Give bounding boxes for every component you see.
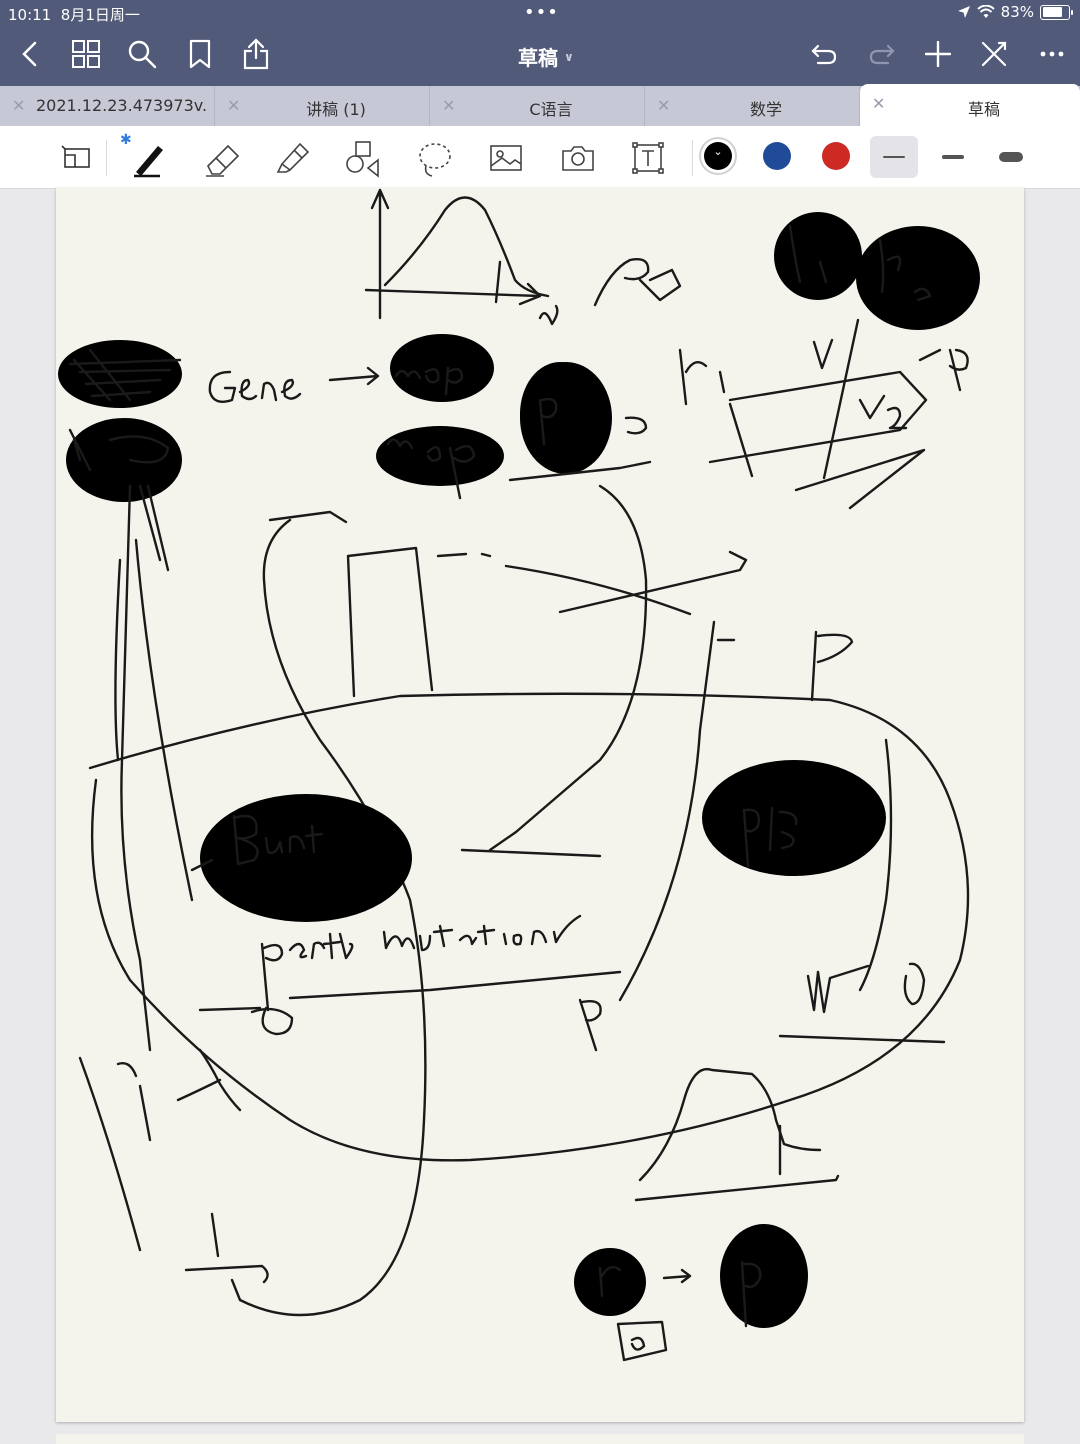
tab-draft[interactable]: ✕ 草稿 [860, 84, 1080, 126]
stroke-thick[interactable] [987, 136, 1035, 178]
bluetooth-icon: ✱ [120, 132, 132, 148]
tab-close-icon[interactable]: ✕ [872, 94, 885, 113]
more-icon[interactable] [1034, 36, 1070, 72]
tab-c-language[interactable]: ✕ C语言 [430, 86, 645, 126]
stroke-thick-icon [999, 152, 1023, 162]
top-bar: 10:11 8月1日周一 ••• 83% 草稿 ∨ [0, 0, 1080, 86]
tab-bar: ✕ 2021.12.23.473973v... ✕ 讲稿 (1) ✕ C语言 ✕… [0, 84, 1080, 126]
document-title[interactable]: 草稿 ∨ [490, 42, 600, 71]
battery-fill [1042, 7, 1062, 17]
tab-close-icon[interactable]: ✕ [442, 96, 455, 115]
tab-close-icon[interactable]: ✕ [657, 96, 670, 115]
camera-icon[interactable] [556, 136, 600, 180]
stroke-medium-icon [942, 155, 964, 159]
tab-label: 讲稿 (1) [306, 100, 366, 119]
tab-label: C语言 [529, 100, 573, 119]
tab-label: 草稿 [967, 100, 1000, 119]
color-swatch-red[interactable] [822, 142, 850, 170]
color-swatch-blue[interactable] [763, 142, 791, 170]
status-time: 10:11 8月1日周一 [8, 6, 140, 24]
color-swatch-black[interactable]: ⌄ [704, 142, 732, 170]
location-icon [957, 6, 970, 18]
document-title-text: 草稿 [518, 46, 558, 70]
close-pen-icon[interactable] [976, 36, 1012, 72]
battery-icon [1040, 4, 1073, 20]
tool-bar: ᛒ ✱ ⌄ [0, 126, 1080, 189]
tab-lecture[interactable]: ✕ 讲稿 (1) [215, 86, 430, 126]
status-bar: 10:11 8月1日周一 ••• 83% [0, 0, 1080, 28]
multitask-dots[interactable]: ••• [524, 2, 559, 23]
eraser-icon[interactable] [200, 136, 244, 180]
tab-close-icon[interactable]: ✕ [12, 96, 25, 115]
battery-percent: 83% [1000, 3, 1034, 21]
tab-label: 数学 [749, 100, 782, 119]
undo-icon[interactable] [806, 36, 842, 72]
chevron-down-icon: ⌄ [713, 145, 723, 158]
grid-icon[interactable] [68, 36, 104, 72]
stroke-thin[interactable] [870, 136, 918, 178]
pen-icon[interactable]: ᛒ ✱ [120, 132, 170, 180]
status-right: 83% [957, 3, 1073, 21]
tab-paper[interactable]: ✕ 2021.12.23.473973v... [0, 86, 215, 126]
lasso-icon[interactable] [412, 136, 456, 180]
wifi-icon [976, 5, 995, 18]
stroke-thin-icon [883, 156, 905, 158]
tab-math[interactable]: ✕ 数学 [645, 86, 860, 126]
highlighter-icon[interactable] [270, 136, 314, 180]
toolbar-divider [692, 140, 693, 176]
redo-icon[interactable] [864, 36, 900, 72]
add-icon[interactable] [920, 36, 956, 72]
search-icon[interactable] [124, 36, 160, 72]
tab-label: 2021.12.23.473973v... [36, 96, 206, 115]
note-page[interactable] [56, 188, 1024, 1422]
text-icon[interactable] [626, 136, 670, 180]
back-icon[interactable] [12, 36, 48, 72]
handwriting-canvas [58, 188, 980, 1362]
toolbar-divider [106, 140, 107, 176]
image-icon[interactable] [484, 136, 528, 180]
tab-close-icon[interactable]: ✕ [227, 96, 240, 115]
bookmark-icon[interactable] [182, 36, 218, 72]
share-icon[interactable] [238, 36, 274, 72]
page-layout-icon[interactable] [54, 136, 98, 180]
chevron-down-icon: ∨ [564, 49, 574, 64]
shapes-icon[interactable] [340, 136, 384, 180]
stroke-medium[interactable] [929, 136, 977, 178]
next-page-edge [56, 1434, 1024, 1444]
